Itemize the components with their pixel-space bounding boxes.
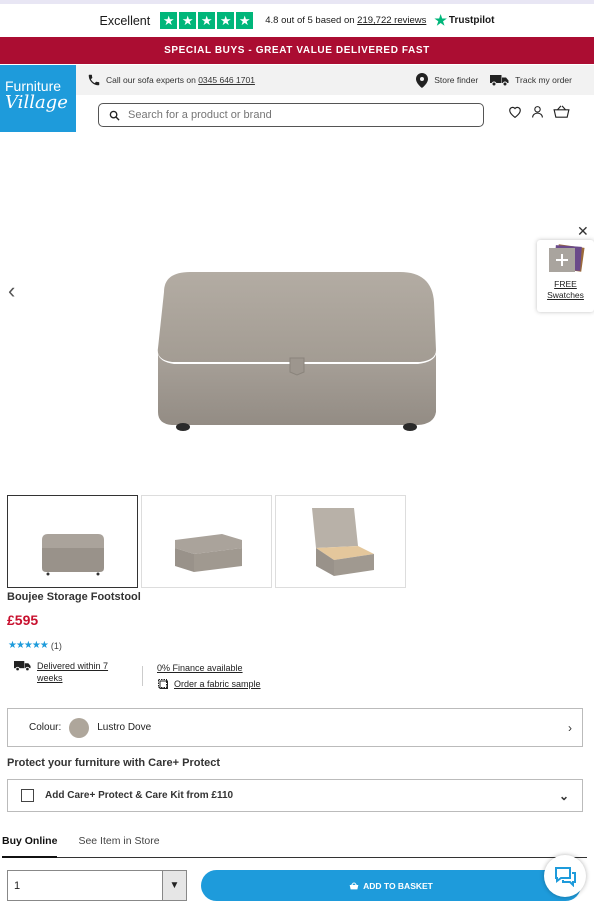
call-text: Call our sofa experts on 0345 646 1701 [106,75,255,85]
rating-stars-icon: ★★★★★ [8,640,49,651]
basket-icon [349,881,359,889]
colour-label: Colour: [29,722,62,733]
phone-number-link[interactable]: 0345 646 1701 [198,75,255,85]
free-swatches-card[interactable]: FREE Swatches [537,240,594,312]
search-icon [109,110,120,121]
utility-bar: Call our sofa experts on 0345 646 1701 S… [76,65,594,95]
thumbnail-3[interactable] [275,495,406,588]
thumbnail-image [42,534,104,576]
track-order-link[interactable]: Track my order [490,74,572,86]
colour-selector[interactable]: Colour: Lustro Dove › [7,708,583,747]
swatch-label-swatches: Swatches [547,290,584,300]
phone-icon [88,74,100,86]
tab-see-in-store[interactable]: See Item in Store [78,831,159,857]
gallery-prev-arrow-icon[interactable]: ‹ [8,278,15,304]
product-rating[interactable]: ★★★★★ (1) [8,640,62,651]
thumbnail-2[interactable] [141,495,272,588]
trustpilot-reviews-link[interactable]: 219,722 reviews [357,15,426,26]
purchase-tabs: Buy Online See Item in Store [2,831,587,858]
chat-button[interactable] [544,855,586,897]
fabric-sample-link[interactable]: Order a fabric sample [174,676,261,692]
finance-info: 0% Finance available Order a fabric samp… [157,660,261,692]
quantity-value: 1 [14,879,21,892]
promo-banner[interactable]: SPECIAL BUYS - GREAT VALUE DELIVERED FAS… [0,37,594,64]
quantity-select[interactable]: 1 ▼ [7,870,187,901]
trustpilot-star-icon: ★ [236,12,254,29]
chevron-down-icon[interactable]: ⌄ [559,789,569,803]
fabric-swatches-icon [548,244,585,272]
swatch-label-free: FREE [554,279,577,289]
store-finder-link[interactable]: Store finder [416,72,478,88]
trustpilot-rating-text: 4.8 out of 5 based on 219,722 reviews [265,15,427,26]
basket-icon[interactable] [553,105,570,118]
trustpilot-star-icon: ★ [217,12,235,29]
colour-swatch [69,717,90,738]
chevron-right-icon: › [568,720,572,735]
thumbnail-image [175,534,242,572]
colour-value: Lustro Dove [97,722,152,733]
product-main-image[interactable] [150,262,440,437]
product-price: £595 [7,612,39,628]
header-icons [508,105,570,118]
utility-links: Store finder Track my order [416,72,572,88]
delivery-link[interactable]: Delivered within 7 weeks [37,660,108,684]
account-user-icon[interactable] [531,105,544,118]
logo-line-2: Village [5,92,68,113]
call-experts[interactable]: Call our sofa experts on 0345 646 1701 [87,73,255,87]
protect-heading: Protect your furniture with Care+ Protec… [7,757,221,769]
product-title: Boujee Storage Footstool [7,591,141,603]
finance-link[interactable]: 0% Finance available [157,660,243,676]
tab-buy-online[interactable]: Buy Online [2,831,58,858]
trustpilot-star-icon: ★ [198,12,216,29]
search-input[interactable] [128,109,458,121]
care-protect-checkbox[interactable] [21,789,34,802]
trustpilot-star-icon: ★ [179,12,197,29]
delivery-truck-icon [14,661,31,671]
delivery-truck-icon [490,75,509,86]
trustpilot-star-logo-icon: ★ [434,12,447,28]
trustpilot-excellent: Excellent [99,13,151,28]
site-logo[interactable]: Furniture Village [0,65,76,132]
delivery-info[interactable]: Delivered within 7 weeks [14,660,108,684]
add-to-basket-button[interactable]: ADD TO BASKET [201,870,581,901]
info-divider [142,666,143,686]
thumbnail-image [312,508,374,576]
search-bar[interactable] [98,103,484,127]
trustpilot-star-icon: ★ [160,12,178,29]
trustpilot-bar[interactable]: Excellent ★ ★ ★ ★ ★ 4.8 out of 5 based o… [0,0,594,37]
wishlist-heart-icon[interactable] [508,105,522,118]
swatch-close-icon[interactable]: ✕ [577,223,589,240]
fabric-sample-icon [158,679,168,689]
trustpilot-stars: ★ ★ ★ ★ ★ [160,12,254,29]
location-pin-icon [416,72,429,88]
care-protect-option[interactable]: Add Care+ Protect & Care Kit from £110 ⌄ [7,779,583,812]
review-count: (1) [50,640,62,651]
dropdown-arrow-icon: ▼ [162,871,186,900]
chat-bubble-icon [555,867,576,887]
thumbnail-1[interactable] [7,495,138,588]
trustpilot-logo: ★ Trustpilot [434,12,495,28]
care-protect-label: Add Care+ Protect & Care Kit from £110 [45,790,234,801]
